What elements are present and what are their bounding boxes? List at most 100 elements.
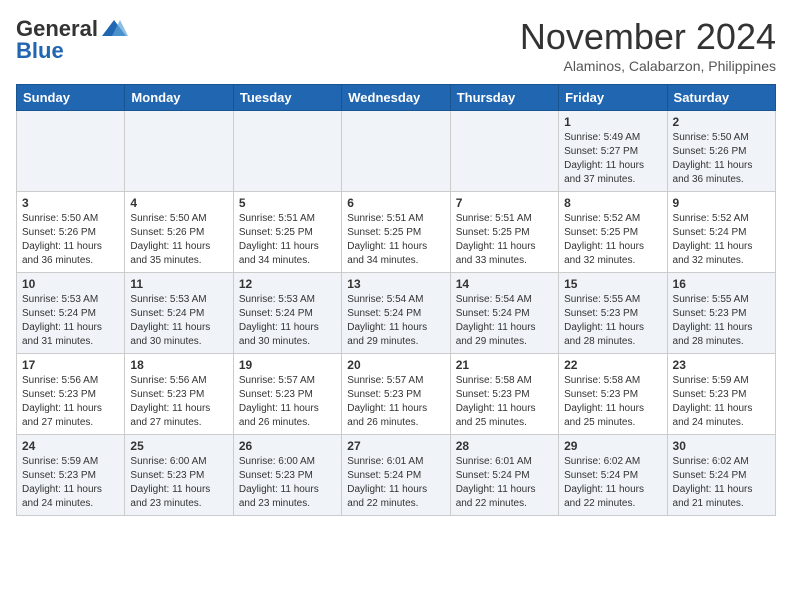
day-info: Sunrise: 6:01 AM Sunset: 5:24 PM Dayligh…	[456, 455, 553, 511]
day-info: Sunrise: 5:55 AM Sunset: 5:23 PM Dayligh…	[564, 293, 661, 349]
day-number: 30	[673, 439, 770, 453]
day-info: Sunrise: 5:50 AM Sunset: 5:26 PM Dayligh…	[22, 212, 119, 268]
day-info: Sunrise: 5:50 AM Sunset: 5:26 PM Dayligh…	[673, 131, 770, 187]
day-info: Sunrise: 5:54 AM Sunset: 5:24 PM Dayligh…	[456, 293, 553, 349]
day-number: 20	[347, 358, 444, 372]
day-info: Sunrise: 5:51 AM Sunset: 5:25 PM Dayligh…	[456, 212, 553, 268]
day-info: Sunrise: 5:56 AM Sunset: 5:23 PM Dayligh…	[22, 374, 119, 430]
day-number: 22	[564, 358, 661, 372]
calendar-day-cell: 1 Sunrise: 5:49 AM Sunset: 5:27 PM Daylig…	[559, 111, 667, 192]
calendar-day-cell: 20 Sunrise: 5:57 AM Sunset: 5:23 PM Dayli…	[342, 354, 450, 435]
day-number: 13	[347, 277, 444, 291]
weekday-header-tuesday: Tuesday	[233, 85, 341, 111]
day-number: 1	[564, 115, 661, 129]
calendar-day-cell: 6 Sunrise: 5:51 AM Sunset: 5:25 PM Daylig…	[342, 192, 450, 273]
day-number: 28	[456, 439, 553, 453]
day-number: 21	[456, 358, 553, 372]
calendar-day-cell: 8Sunrise: 5:52 AM Sunset: 5:25 PM Daylig…	[559, 192, 667, 273]
calendar-day-cell: 3 Sunrise: 5:50 AM Sunset: 5:26 PM Daylig…	[17, 192, 125, 273]
day-info: Sunrise: 5:53 AM Sunset: 5:24 PM Dayligh…	[130, 293, 227, 349]
logo-blue-text: Blue	[16, 38, 64, 64]
calendar-table: SundayMondayTuesdayWednesdayThursdayFrid…	[16, 84, 776, 516]
logo: General Blue	[16, 16, 128, 64]
day-number: 7	[456, 196, 553, 210]
calendar-week-row: 3 Sunrise: 5:50 AM Sunset: 5:26 PM Daylig…	[17, 192, 776, 273]
day-number: 15	[564, 277, 661, 291]
day-info: Sunrise: 5:56 AM Sunset: 5:23 PM Dayligh…	[130, 374, 227, 430]
logo-icon	[100, 18, 128, 40]
calendar-day-cell: 4Sunrise: 5:50 AM Sunset: 5:26 PM Daylig…	[125, 192, 233, 273]
day-number: 26	[239, 439, 336, 453]
day-info: Sunrise: 5:53 AM Sunset: 5:24 PM Dayligh…	[22, 293, 119, 349]
day-number: 12	[239, 277, 336, 291]
day-number: 17	[22, 358, 119, 372]
calendar-week-row: 24Sunrise: 5:59 AM Sunset: 5:23 PM Dayli…	[17, 435, 776, 516]
calendar-week-row: 1 Sunrise: 5:49 AM Sunset: 5:27 PM Daylig…	[17, 111, 776, 192]
weekday-header-thursday: Thursday	[450, 85, 558, 111]
calendar-day-cell: 15 Sunrise: 5:55 AM Sunset: 5:23 PM Dayli…	[559, 273, 667, 354]
empty-day-cell	[342, 111, 450, 192]
day-number: 25	[130, 439, 227, 453]
calendar-day-cell: 19 Sunrise: 5:57 AM Sunset: 5:23 PM Dayli…	[233, 354, 341, 435]
day-number: 10	[22, 277, 119, 291]
day-info: Sunrise: 5:51 AM Sunset: 5:25 PM Dayligh…	[347, 212, 444, 268]
day-number: 16	[673, 277, 770, 291]
day-number: 23	[673, 358, 770, 372]
day-number: 9	[673, 196, 770, 210]
day-number: 27	[347, 439, 444, 453]
day-number: 6	[347, 196, 444, 210]
calendar-day-cell: 27 Sunrise: 6:01 AM Sunset: 5:24 PM Dayli…	[342, 435, 450, 516]
day-info: Sunrise: 5:55 AM Sunset: 5:23 PM Dayligh…	[673, 293, 770, 349]
day-info: Sunrise: 5:58 AM Sunset: 5:23 PM Dayligh…	[564, 374, 661, 430]
page-header: General Blue November 2024 Alaminos, Cal…	[16, 16, 776, 74]
day-number: 8	[564, 196, 661, 210]
day-info: Sunrise: 5:53 AM Sunset: 5:24 PM Dayligh…	[239, 293, 336, 349]
title-section: November 2024 Alaminos, Calabarzon, Phil…	[520, 16, 776, 74]
day-info: Sunrise: 6:02 AM Sunset: 5:24 PM Dayligh…	[673, 455, 770, 511]
calendar-week-row: 17 Sunrise: 5:56 AM Sunset: 5:23 PM Dayli…	[17, 354, 776, 435]
calendar-day-cell: 18 Sunrise: 5:56 AM Sunset: 5:23 PM Dayli…	[125, 354, 233, 435]
empty-day-cell	[450, 111, 558, 192]
weekday-header-wednesday: Wednesday	[342, 85, 450, 111]
weekday-header-friday: Friday	[559, 85, 667, 111]
day-info: Sunrise: 5:49 AM Sunset: 5:27 PM Dayligh…	[564, 131, 661, 187]
day-number: 2	[673, 115, 770, 129]
day-number: 14	[456, 277, 553, 291]
day-info: Sunrise: 6:02 AM Sunset: 5:24 PM Dayligh…	[564, 455, 661, 511]
day-number: 3	[22, 196, 119, 210]
day-info: Sunrise: 6:01 AM Sunset: 5:24 PM Dayligh…	[347, 455, 444, 511]
day-number: 18	[130, 358, 227, 372]
day-number: 29	[564, 439, 661, 453]
calendar-week-row: 10 Sunrise: 5:53 AM Sunset: 5:24 PM Dayli…	[17, 273, 776, 354]
calendar-day-cell: 5Sunrise: 5:51 AM Sunset: 5:25 PM Daylig…	[233, 192, 341, 273]
empty-day-cell	[125, 111, 233, 192]
day-info: Sunrise: 5:57 AM Sunset: 5:23 PM Dayligh…	[239, 374, 336, 430]
calendar-day-cell: 25 Sunrise: 6:00 AM Sunset: 5:23 PM Dayli…	[125, 435, 233, 516]
day-info: Sunrise: 5:50 AM Sunset: 5:26 PM Dayligh…	[130, 212, 227, 268]
calendar-day-cell: 16 Sunrise: 5:55 AM Sunset: 5:23 PM Dayli…	[667, 273, 775, 354]
day-info: Sunrise: 5:58 AM Sunset: 5:23 PM Dayligh…	[456, 374, 553, 430]
calendar-day-cell: 21 Sunrise: 5:58 AM Sunset: 5:23 PM Dayli…	[450, 354, 558, 435]
calendar-day-cell: 11Sunrise: 5:53 AM Sunset: 5:24 PM Dayli…	[125, 273, 233, 354]
calendar-day-cell: 9Sunrise: 5:52 AM Sunset: 5:24 PM Daylig…	[667, 192, 775, 273]
empty-day-cell	[17, 111, 125, 192]
day-number: 24	[22, 439, 119, 453]
calendar-day-cell: 22 Sunrise: 5:58 AM Sunset: 5:23 PM Dayli…	[559, 354, 667, 435]
calendar-day-cell: 17 Sunrise: 5:56 AM Sunset: 5:23 PM Dayli…	[17, 354, 125, 435]
calendar-day-cell: 28 Sunrise: 6:01 AM Sunset: 5:24 PM Dayli…	[450, 435, 558, 516]
day-info: Sunrise: 5:54 AM Sunset: 5:24 PM Dayligh…	[347, 293, 444, 349]
month-year-title: November 2024	[520, 16, 776, 58]
calendar-day-cell: 2 Sunrise: 5:50 AM Sunset: 5:26 PM Daylig…	[667, 111, 775, 192]
weekday-header-sunday: Sunday	[17, 85, 125, 111]
day-info: Sunrise: 5:51 AM Sunset: 5:25 PM Dayligh…	[239, 212, 336, 268]
calendar-day-cell: 30 Sunrise: 6:02 AM Sunset: 5:24 PM Dayli…	[667, 435, 775, 516]
calendar-day-cell: 26 Sunrise: 6:00 AM Sunset: 5:23 PM Dayli…	[233, 435, 341, 516]
day-number: 19	[239, 358, 336, 372]
calendar-day-cell: 7 Sunrise: 5:51 AM Sunset: 5:25 PM Daylig…	[450, 192, 558, 273]
day-info: Sunrise: 6:00 AM Sunset: 5:23 PM Dayligh…	[239, 455, 336, 511]
weekday-header-saturday: Saturday	[667, 85, 775, 111]
calendar-day-cell: 13 Sunrise: 5:54 AM Sunset: 5:24 PM Dayli…	[342, 273, 450, 354]
day-info: Sunrise: 6:00 AM Sunset: 5:23 PM Dayligh…	[130, 455, 227, 511]
calendar-day-cell: 12 Sunrise: 5:53 AM Sunset: 5:24 PM Dayli…	[233, 273, 341, 354]
day-info: Sunrise: 5:57 AM Sunset: 5:23 PM Dayligh…	[347, 374, 444, 430]
